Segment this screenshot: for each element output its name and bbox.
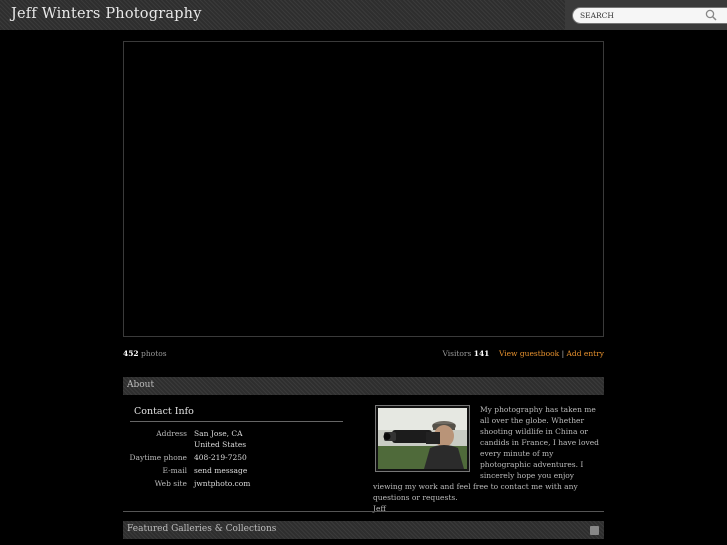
site-title[interactable]: Jeff Winters Photography — [11, 6, 202, 22]
link-separator: | — [561, 349, 565, 358]
website-link[interactable]: jwntphoto.com — [194, 479, 250, 488]
email-label: E-mail — [162, 466, 187, 475]
contact-info-heading: Contact Info — [134, 406, 194, 417]
photo-count: 452 photos — [123, 349, 167, 358]
visitors-label: Visitors — [442, 349, 472, 358]
slideshow-area[interactable] — [123, 41, 604, 337]
address-city: San Jose, CA — [194, 429, 243, 438]
search-area — [565, 0, 727, 30]
visitor-info: Visitors 141 View guestbook | Add entry — [442, 349, 604, 358]
view-guestbook-link[interactable]: View guestbook — [499, 349, 559, 358]
featured-section-title: Featured Galleries & Collections — [127, 524, 277, 534]
search-input[interactable] — [572, 7, 727, 24]
section-divider — [123, 511, 604, 512]
about-section-title: About — [127, 380, 155, 390]
send-message-link[interactable]: send message — [194, 466, 247, 475]
contact-divider — [130, 421, 343, 422]
about-section-bar: About — [123, 377, 604, 395]
address-label: Address — [156, 429, 187, 438]
address-country: United States — [194, 440, 247, 449]
phone-value: 408-219-7250 — [194, 453, 247, 462]
photographer-image — [378, 408, 467, 469]
featured-section-bar: Featured Galleries & Collections — [123, 521, 604, 539]
photo-count-value: 452 — [123, 349, 139, 358]
search-icon[interactable] — [705, 9, 717, 21]
profile-photo — [375, 405, 470, 472]
add-entry-link[interactable]: Add entry — [566, 349, 604, 358]
photos-label: photos — [141, 349, 167, 358]
phone-label: Daytime phone — [129, 453, 187, 462]
stats-row: 452 photos Visitors 141 View guestbook |… — [123, 349, 604, 361]
rss-icon[interactable] — [590, 526, 599, 535]
visitors-count: 141 — [473, 349, 490, 358]
top-bar: Jeff Winters Photography — [0, 0, 727, 30]
website-label: Web site — [154, 479, 187, 488]
